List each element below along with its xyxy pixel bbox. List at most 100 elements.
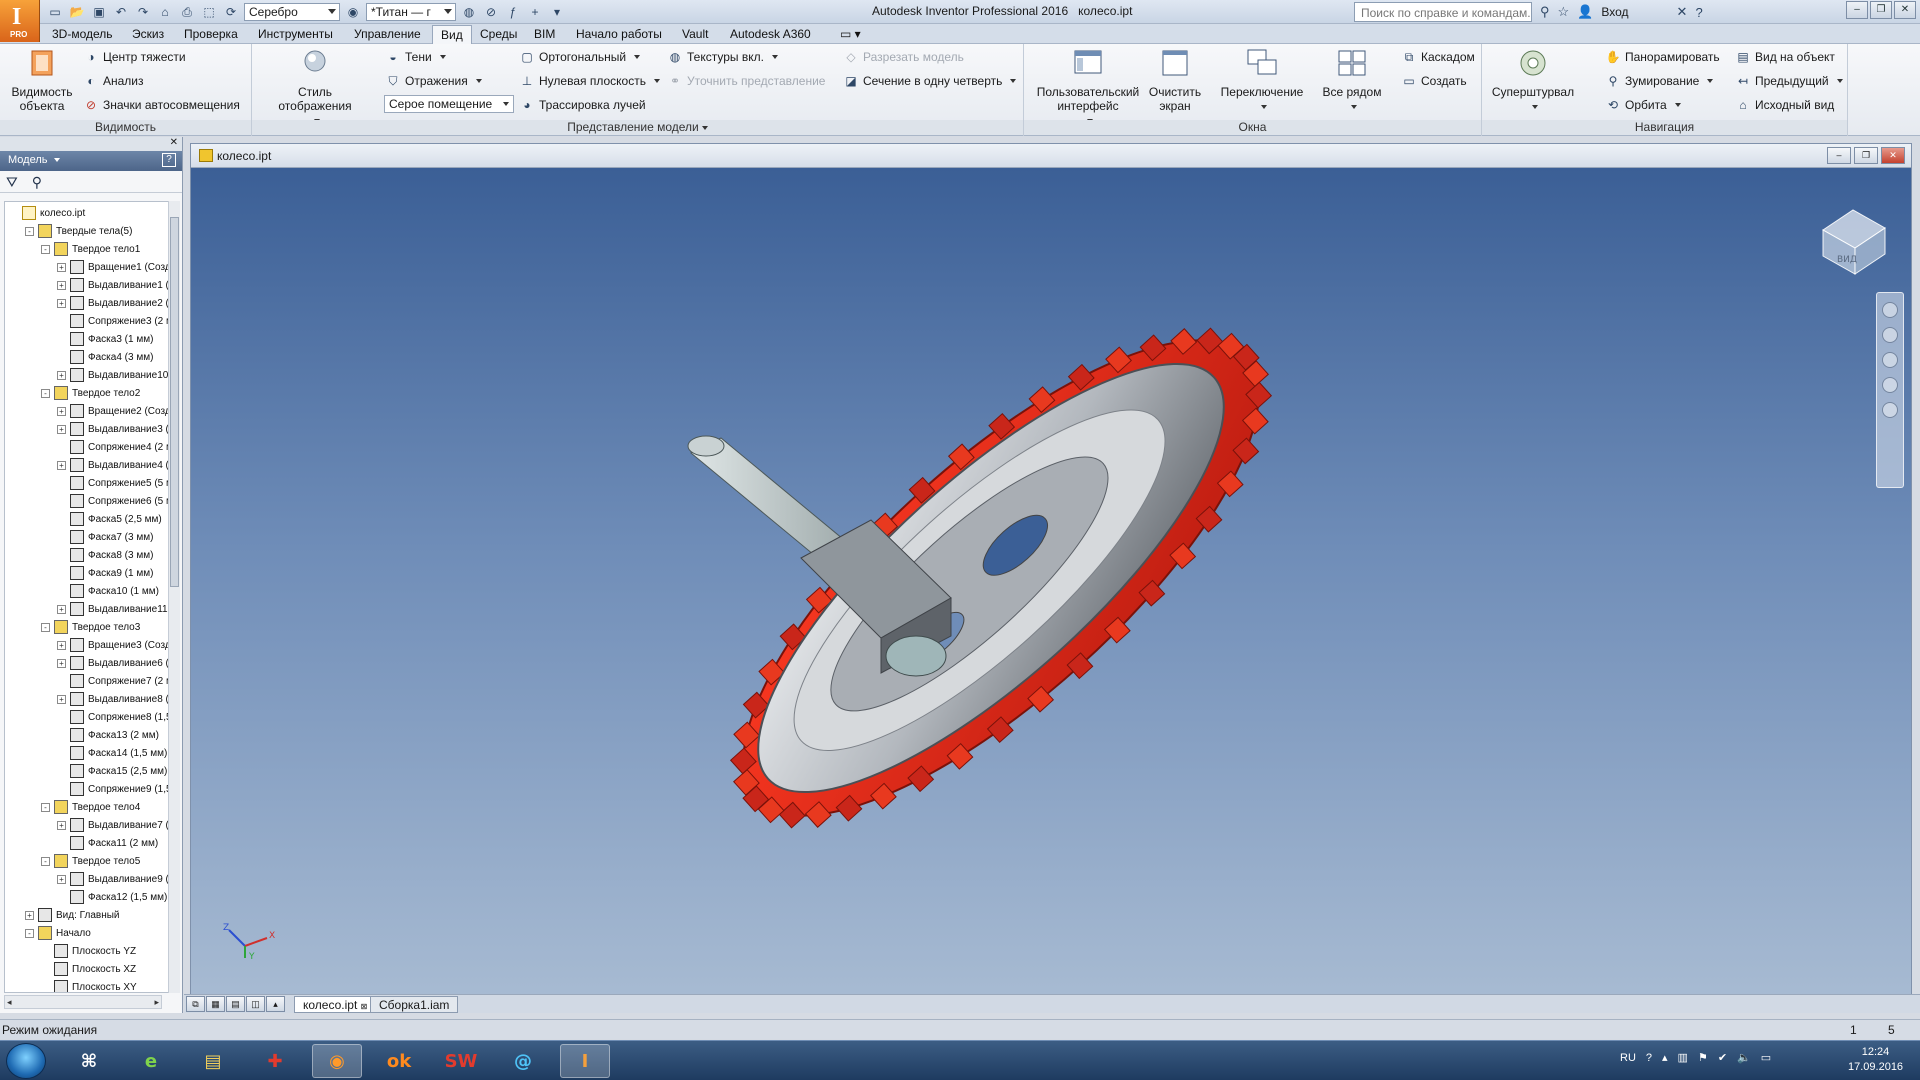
panel-appearance-title[interactable]: Представление модели (252, 120, 1023, 135)
analysis-button[interactable]: ◐ Анализ (84, 72, 143, 90)
tab-3d-model[interactable]: 3D-модель (44, 25, 121, 44)
tree-expander-icon[interactable]: - (41, 244, 50, 254)
tree-node[interactable]: + Выдавливание4 ( (57, 456, 169, 474)
tree-node[interactable]: + Вращение3 (Созд (57, 636, 169, 654)
tree-expander-icon[interactable]: - (25, 226, 34, 236)
binoculars-icon[interactable]: ⚲ (1540, 4, 1550, 20)
material-combo[interactable]: Серебро (244, 3, 340, 21)
tree-node[interactable]: + Выдавливание3 ( (57, 420, 169, 438)
odnoklassniki-icon[interactable]: ok (374, 1044, 424, 1078)
quarter-section-button[interactable]: ◪ Сечение в одну четверть (844, 72, 1017, 90)
new-window-button[interactable]: ▭ Создать (1402, 72, 1466, 90)
tree-node[interactable]: Плоскость XZ (41, 960, 136, 978)
cascade-docs-icon[interactable]: ⧉ (186, 996, 205, 1012)
nav-zoom-icon[interactable] (1882, 352, 1898, 368)
tab-vault[interactable]: Vault (674, 25, 716, 44)
tray-expand-icon[interactable]: ▴ (1662, 1051, 1668, 1064)
tree-node[interactable]: Фаска4 (3 мм) (57, 348, 153, 366)
ray-tracing-button[interactable]: ◕ Трассировка лучей (520, 96, 645, 114)
nav-look-at-icon[interactable] (1882, 402, 1898, 418)
tree-node[interactable]: Сопряжение3 (2 м (57, 312, 169, 330)
find-binoculars-icon[interactable]: ⚲ (32, 174, 42, 190)
tree-expander-icon[interactable]: + (57, 874, 66, 884)
tree-node[interactable]: Сопряжение8 (1,5 (57, 708, 169, 726)
previous-view-button[interactable]: ↤ Предыдущий (1736, 72, 1843, 90)
nav-orbit-icon[interactable] (1882, 377, 1898, 393)
filter-icon[interactable]: ⛛ (6, 174, 18, 190)
switch-window-button[interactable]: Переключение (1218, 48, 1306, 113)
help-icon[interactable]: ? (1695, 5, 1702, 20)
tree-expander-icon[interactable]: + (57, 280, 66, 290)
doc-tab-assembly[interactable]: Сборка1.iam (370, 996, 459, 1013)
browser-title-bar[interactable]: Модель ? (0, 151, 182, 171)
mail-icon[interactable]: @ (498, 1044, 548, 1078)
language-indicator[interactable]: RU (1620, 1052, 1636, 1064)
tab-bim[interactable]: BIM (526, 25, 563, 44)
tree-node[interactable]: + Выдавливание9 ( (57, 870, 169, 888)
shadows-button[interactable]: ◒ Тени (386, 48, 446, 66)
look-at-button[interactable]: ▤ Вид на объект (1736, 48, 1835, 66)
minimize-button[interactable]: – (1846, 1, 1868, 19)
tab-options-icon[interactable]: ▭ ▾ (832, 25, 869, 44)
doc-tab-close-icon[interactable]: ⊠ (361, 1002, 368, 1011)
xp-icon[interactable]: ⌘ (64, 1044, 114, 1078)
tree-expander-icon[interactable]: - (41, 622, 50, 632)
tree-expander-icon[interactable]: + (57, 424, 66, 434)
cascade-button[interactable]: ⧉ Каскадом (1402, 48, 1475, 66)
tree-expander-icon[interactable]: + (57, 298, 66, 308)
tree-node[interactable]: + Вид: Главный (25, 906, 120, 924)
plus-icon[interactable]: + (526, 3, 544, 21)
doc-close-button[interactable]: ✕ (1881, 147, 1905, 164)
tab-get-started[interactable]: Начало работы (568, 25, 670, 44)
viewcube[interactable]: ВИД (1813, 200, 1893, 280)
tree-node[interactable]: Плоскость XY (41, 978, 137, 992)
tray-volume-icon[interactable]: 🔈 (1737, 1051, 1751, 1064)
exchange-icon[interactable]: ✕ (1677, 4, 1688, 20)
doc-minimize-button[interactable]: – (1827, 147, 1851, 164)
tile-vertical-icon[interactable]: ◫ (246, 996, 265, 1012)
tree-node[interactable]: + Выдавливание10 (57, 366, 168, 384)
tree-expander-icon[interactable]: - (41, 856, 50, 866)
wheel-model[interactable] (191, 168, 1911, 1012)
function-icon[interactable]: ƒ (504, 3, 522, 21)
clean-screen-button[interactable]: Очистить экран (1146, 48, 1204, 113)
print-icon[interactable]: ⎙ (178, 3, 196, 21)
help-search-input[interactable]: Поиск по справке и командам... (1354, 2, 1532, 22)
tree-expander-icon[interactable]: + (57, 658, 66, 668)
tree-vertical-scrollbar[interactable] (168, 201, 180, 993)
tree-expander-icon[interactable]: + (57, 604, 66, 614)
tree-node[interactable]: Фаска7 (3 мм) (57, 528, 153, 546)
ground-plane-button[interactable]: ⊥ Нулевая плоскость (520, 72, 660, 90)
red-cross-icon[interactable]: ✚ (250, 1044, 300, 1078)
select-icon[interactable]: ⬚ (200, 3, 218, 21)
tree-node[interactable]: Сопряжение5 (5 м (57, 474, 169, 492)
tree-expander-icon[interactable]: + (57, 262, 66, 272)
tray-clock[interactable]: 12:24 17.09.2016 (1848, 1045, 1903, 1075)
tree-node[interactable]: - Твердое тело1 (41, 240, 140, 258)
tree-node[interactable]: Фаска10 (1 мм) (57, 582, 159, 600)
new-file-icon[interactable]: ▭ (46, 3, 64, 21)
doc-tab-wheel[interactable]: колесо.ipt ⊠ (294, 996, 377, 1013)
center-of-gravity-button[interactable]: ◑ Центр тяжести (84, 48, 185, 66)
tree-expander-icon[interactable]: + (57, 694, 66, 704)
tree-node[interactable]: Сопряжение9 (1,5 (57, 780, 169, 798)
user-icon[interactable]: 👤 (1577, 4, 1593, 20)
tree-node[interactable]: + Выдавливание8 ( (57, 690, 169, 708)
tree-node[interactable]: + Вращение1 (Созд (57, 258, 169, 276)
tree-node[interactable]: Фаска14 (1,5 мм) (57, 744, 167, 762)
redo-icon[interactable]: ↷ (134, 3, 152, 21)
tree-node[interactable]: Фаска9 (1 мм) (57, 564, 153, 582)
home-view-button[interactable]: ⌂ Исходный вид (1736, 96, 1834, 114)
doc-list-icon[interactable]: ▴ (266, 996, 285, 1012)
home-icon[interactable]: ⌂ (156, 3, 174, 21)
close-button[interactable]: ✕ (1894, 1, 1916, 19)
tree-node[interactable]: + Вращение2 (Созд (57, 402, 169, 420)
favorites-star-icon[interactable]: ☆ (1558, 4, 1570, 20)
tab-manage[interactable]: Управление (346, 25, 429, 44)
tree-expander-icon[interactable]: + (57, 370, 66, 380)
scroll-right-icon[interactable]: ▸ (154, 997, 159, 1008)
tree-horizontal-scrollbar[interactable]: ◂ ▸ (4, 995, 162, 1009)
ie-icon[interactable]: e (126, 1044, 176, 1078)
inventor-icon[interactable]: I (560, 1044, 610, 1078)
tile-windows-button[interactable]: Все рядом (1320, 48, 1384, 113)
